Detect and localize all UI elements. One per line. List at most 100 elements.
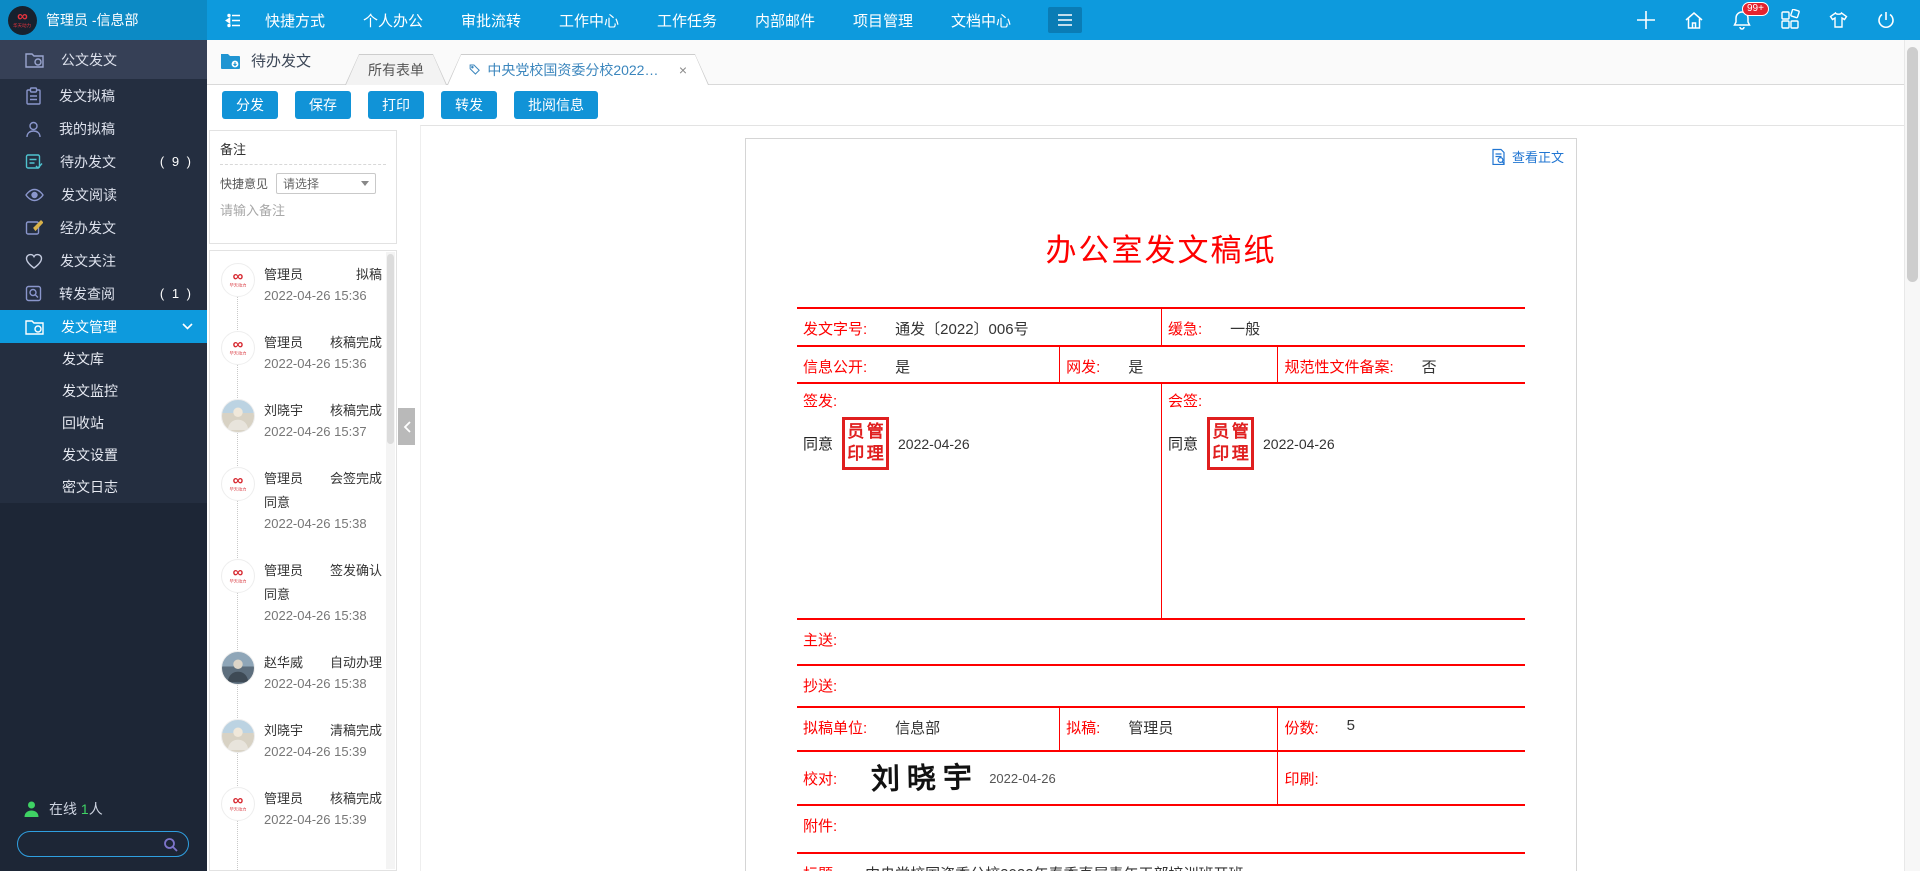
sidebar-item-doc-reading[interactable]: 发文阅读 — [0, 178, 207, 211]
sidebar-subitem-recycle-bin[interactable]: 回收站 — [0, 407, 207, 439]
timeline-scrollbar[interactable] — [386, 252, 395, 869]
countersign-label: 会签: — [1168, 390, 1521, 411]
add-icon[interactable] — [1634, 8, 1658, 32]
apps-grid-icon[interactable] — [1778, 8, 1802, 32]
print-button[interactable]: 打印 — [368, 91, 424, 119]
theme-shirt-icon[interactable] — [1826, 8, 1850, 32]
quick-opinion-select[interactable]: 请选择 — [276, 173, 376, 194]
chevron-down-icon — [182, 323, 193, 330]
tab-label: 所有表单 — [368, 60, 424, 80]
remark-input[interactable] — [220, 200, 386, 236]
person-photo-icon — [221, 400, 255, 432]
save-button[interactable]: 保存 — [295, 91, 351, 119]
more-menu-button[interactable] — [1048, 7, 1082, 33]
copies-value: 5 — [1347, 717, 1355, 734]
sidebar-item-label: 经办发文 — [60, 218, 116, 238]
left-panel: 备注 快捷意见 请选择 ∞华天动力 管理员拟稿 2022-04-26 15:36… — [209, 130, 397, 871]
countersign-date: 2022-04-26 — [1263, 436, 1335, 452]
menu-list-icon[interactable] — [224, 11, 243, 30]
close-icon[interactable]: × — [679, 62, 687, 78]
sidebar-subitem-doc-library[interactable]: 发文库 — [0, 343, 207, 375]
forward-button[interactable]: 转发 — [441, 91, 497, 119]
timeline-entry[interactable]: 刘晓宇清稿完成 2022-04-26 15:39 — [221, 719, 382, 759]
approval-timeline: ∞华天动力 管理员拟稿 2022-04-26 15:36 ∞华天动力 管理员核稿… — [209, 250, 397, 871]
distribute-button[interactable]: 分发 — [222, 91, 278, 119]
home-icon[interactable] — [1682, 8, 1706, 32]
sidebar-item-label: 发文管理 — [61, 317, 117, 337]
menu-item-personal-office[interactable]: 个人办公 — [344, 10, 442, 31]
timeline-entry[interactable]: ∞华天动力 管理员签发确认 同意 2022-04-26 15:38 — [221, 559, 382, 623]
section-title-label: 待办发文 — [251, 50, 311, 71]
sidebar-subitem-doc-settings[interactable]: 发文设置 — [0, 439, 207, 471]
timeline-entry[interactable]: ∞华天动力 管理员会签完成 同意 2022-04-26 15:38 — [221, 467, 382, 531]
tab-bar: 待办发文 所有表单 中央党校国资委分校2022年春季直属... × — [207, 40, 1904, 85]
chevron-left-icon — [403, 421, 411, 433]
sidebar-item-doc-follow[interactable]: 发文关注 — [0, 244, 207, 277]
panel-collapse-handle[interactable] — [398, 408, 415, 445]
clipboard-icon — [25, 87, 42, 105]
timeline-entry[interactable]: ∞华天动力 管理员拟稿 2022-04-26 15:36 — [221, 263, 382, 303]
tab-all-forms[interactable]: 所有表单 — [345, 54, 447, 85]
timeline-name: 管理员 — [264, 788, 303, 807]
top-bar: ∞ 华天动力 管理员 -信息部 快捷方式 个人办公 审批流转 工作中心 工作任务… — [0, 0, 1920, 40]
timeline-name: 管理员 — [264, 332, 303, 351]
timeline-entry[interactable]: ∞华天动力 管理员核稿完成 2022-04-26 15:36 — [221, 331, 382, 371]
folder-doc-icon — [25, 51, 44, 68]
brand-logo-icon: ∞ 华天动力 — [8, 6, 37, 35]
sidebar-subitem-secret-log[interactable]: 密文日志 — [0, 471, 207, 503]
urgency-value: 一般 — [1230, 318, 1260, 339]
sidebar-footer: 在线 1人 — [0, 503, 207, 871]
sidebar: 公文发文 发文拟稿 我的拟稿 待办发文 ( 9 ) 发文阅读 经办发文 发文关注… — [0, 40, 207, 871]
timeline-action: 核稿完成 — [330, 332, 382, 351]
view-body-link[interactable]: 查看正文 — [1491, 147, 1564, 166]
notifications-bell-icon[interactable]: 99+ — [1730, 8, 1754, 32]
sidebar-item-doc-management[interactable]: 发文管理 — [0, 310, 207, 343]
sidebar-item-my-drafts[interactable]: 我的拟稿 — [0, 112, 207, 145]
urgency-label: 缓急: — [1168, 318, 1202, 339]
scrollbar-thumb[interactable] — [387, 254, 394, 444]
eye-icon — [25, 188, 44, 202]
sidebar-item-forward-review[interactable]: 转发查阅 ( 1 ) — [0, 277, 207, 310]
brand-name: 华天动力 — [13, 24, 31, 29]
sidebar-item-pending-docs[interactable]: 待办发文 ( 9 ) — [0, 145, 207, 178]
online-suffix: 人 — [89, 801, 103, 817]
timeline-action: 清稿完成 — [330, 720, 382, 739]
edit-doc-icon — [25, 219, 43, 236]
power-icon[interactable] — [1874, 8, 1898, 32]
menu-item-work-tasks[interactable]: 工作任务 — [638, 10, 736, 31]
main-scrollbar[interactable] — [1904, 40, 1920, 871]
sidebar-item-draft-doc[interactable]: 发文拟稿 — [0, 79, 207, 112]
scrollbar-thumb[interactable] — [1907, 47, 1918, 282]
menu-item-project-mgmt[interactable]: 项目管理 — [834, 10, 932, 31]
menu-item-work-center[interactable]: 工作中心 — [540, 10, 638, 31]
document-paper: 查看正文 办公室发文稿纸 发文字号: 通发〔2022〕006号 缓急: 一般 信… — [745, 138, 1577, 871]
timeline-action: 签发确认 — [330, 560, 382, 579]
info-public-label: 信息公开: — [803, 356, 867, 377]
sidebar-item-label: 转发查阅 — [59, 284, 115, 304]
menu-item-shortcuts[interactable]: 快捷方式 — [246, 10, 344, 31]
drafter-label: 拟稿: — [1066, 717, 1100, 738]
title-label: 标题: — [803, 863, 837, 871]
person-photo-icon — [221, 652, 255, 684]
sidebar-search-input[interactable] — [18, 832, 163, 856]
proof-label: 校对: — [803, 768, 837, 789]
review-info-button[interactable]: 批阅信息 — [514, 91, 598, 119]
tab-active-document[interactable]: 中央党校国资委分校2022年春季直属... × — [447, 54, 709, 85]
menu-item-doc-center[interactable]: 文档中心 — [932, 10, 1030, 31]
avatar: ∞华天动力 — [221, 559, 255, 593]
menu-item-internal-mail[interactable]: 内部邮件 — [736, 10, 834, 31]
sidebar-item-official-doc[interactable]: 公文发文 — [0, 40, 207, 79]
timeline-entry[interactable]: 赵华威自动办理 2022-04-26 15:38 — [221, 651, 382, 691]
sidebar-subitem-doc-monitor[interactable]: 发文监控 — [0, 375, 207, 407]
sidebar-item-label: 发文拟稿 — [59, 86, 115, 106]
notification-badge: 99+ — [1742, 2, 1769, 16]
menu-item-approval-flow[interactable]: 审批流转 — [442, 10, 540, 31]
avatar: ∞华天动力 — [221, 331, 255, 365]
document-form: 发文字号: 通发〔2022〕006号 缓急: 一般 信息公开: 是 网发: 是 — [797, 307, 1525, 871]
timeline-entry[interactable]: ∞华天动力 管理员核稿完成 2022-04-26 15:39 — [221, 787, 382, 827]
sidebar-item-handled-docs[interactable]: 经办发文 — [0, 211, 207, 244]
normative-value: 否 — [1422, 356, 1437, 377]
draft-unit-label: 拟稿单位: — [803, 717, 867, 738]
search-icon[interactable] — [163, 837, 178, 852]
timeline-entry[interactable]: 刘晓宇核稿完成 2022-04-26 15:37 — [221, 399, 382, 439]
